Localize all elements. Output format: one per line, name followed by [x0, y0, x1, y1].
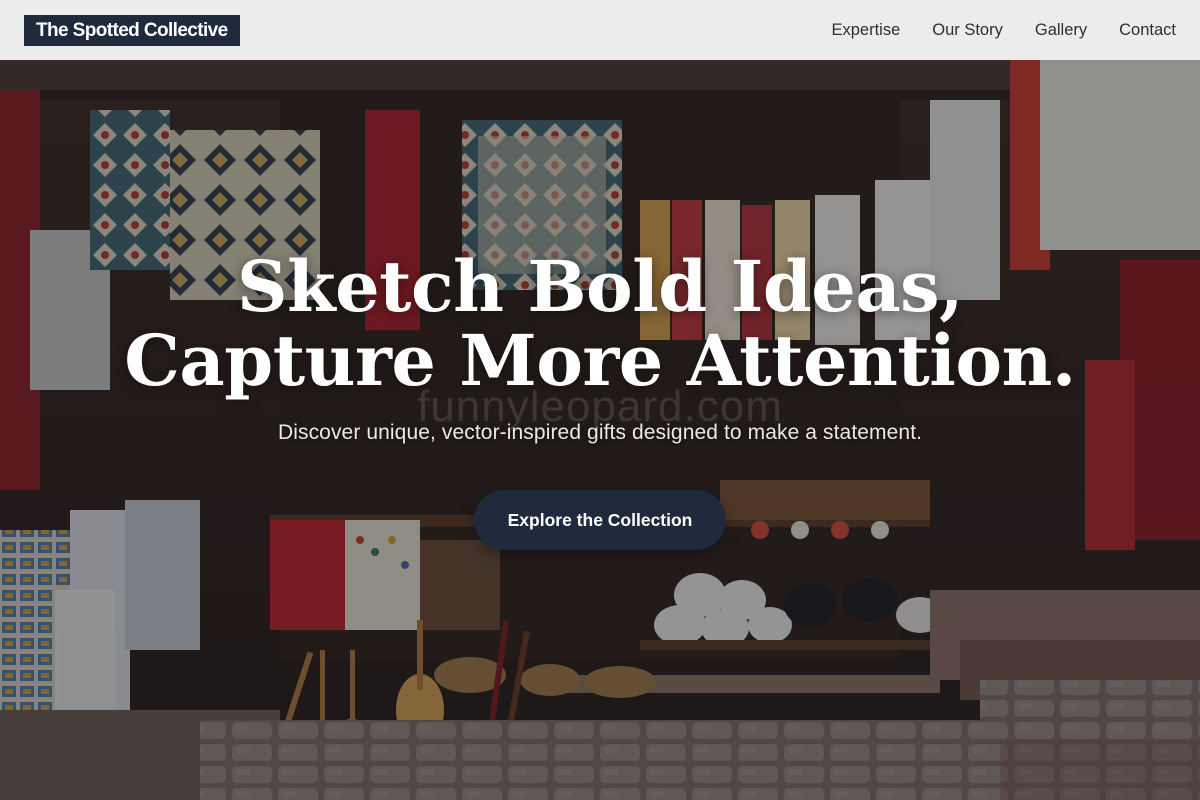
nav-link-contact[interactable]: Contact	[1119, 0, 1176, 60]
main-nav: Expertise Our Story Gallery Contact	[799, 0, 1176, 60]
nav-link-gallery[interactable]: Gallery	[1035, 0, 1087, 60]
nav-link-our-story[interactable]: Our Story	[932, 0, 1003, 60]
nav-link-expertise[interactable]: Expertise	[831, 0, 900, 60]
explore-collection-button[interactable]: Explore the Collection	[474, 490, 726, 550]
hero-headline-line-2: Capture More Attention.	[124, 319, 1076, 402]
site-logo[interactable]: The Spotted Collective	[24, 14, 240, 46]
hero-headline: Sketch Bold Ideas, Capture More Attentio…	[0, 250, 1200, 398]
hero-headline-line-1: Sketch Bold Ideas,	[237, 245, 963, 328]
site-header: The Spotted Collective Expertise Our Sto…	[0, 0, 1200, 60]
hero-section: funnyleopard.com Sketch Bold Ideas, Capt…	[0, 60, 1200, 800]
hero-subheadline: Discover unique, vector-inspired gifts d…	[277, 421, 923, 444]
